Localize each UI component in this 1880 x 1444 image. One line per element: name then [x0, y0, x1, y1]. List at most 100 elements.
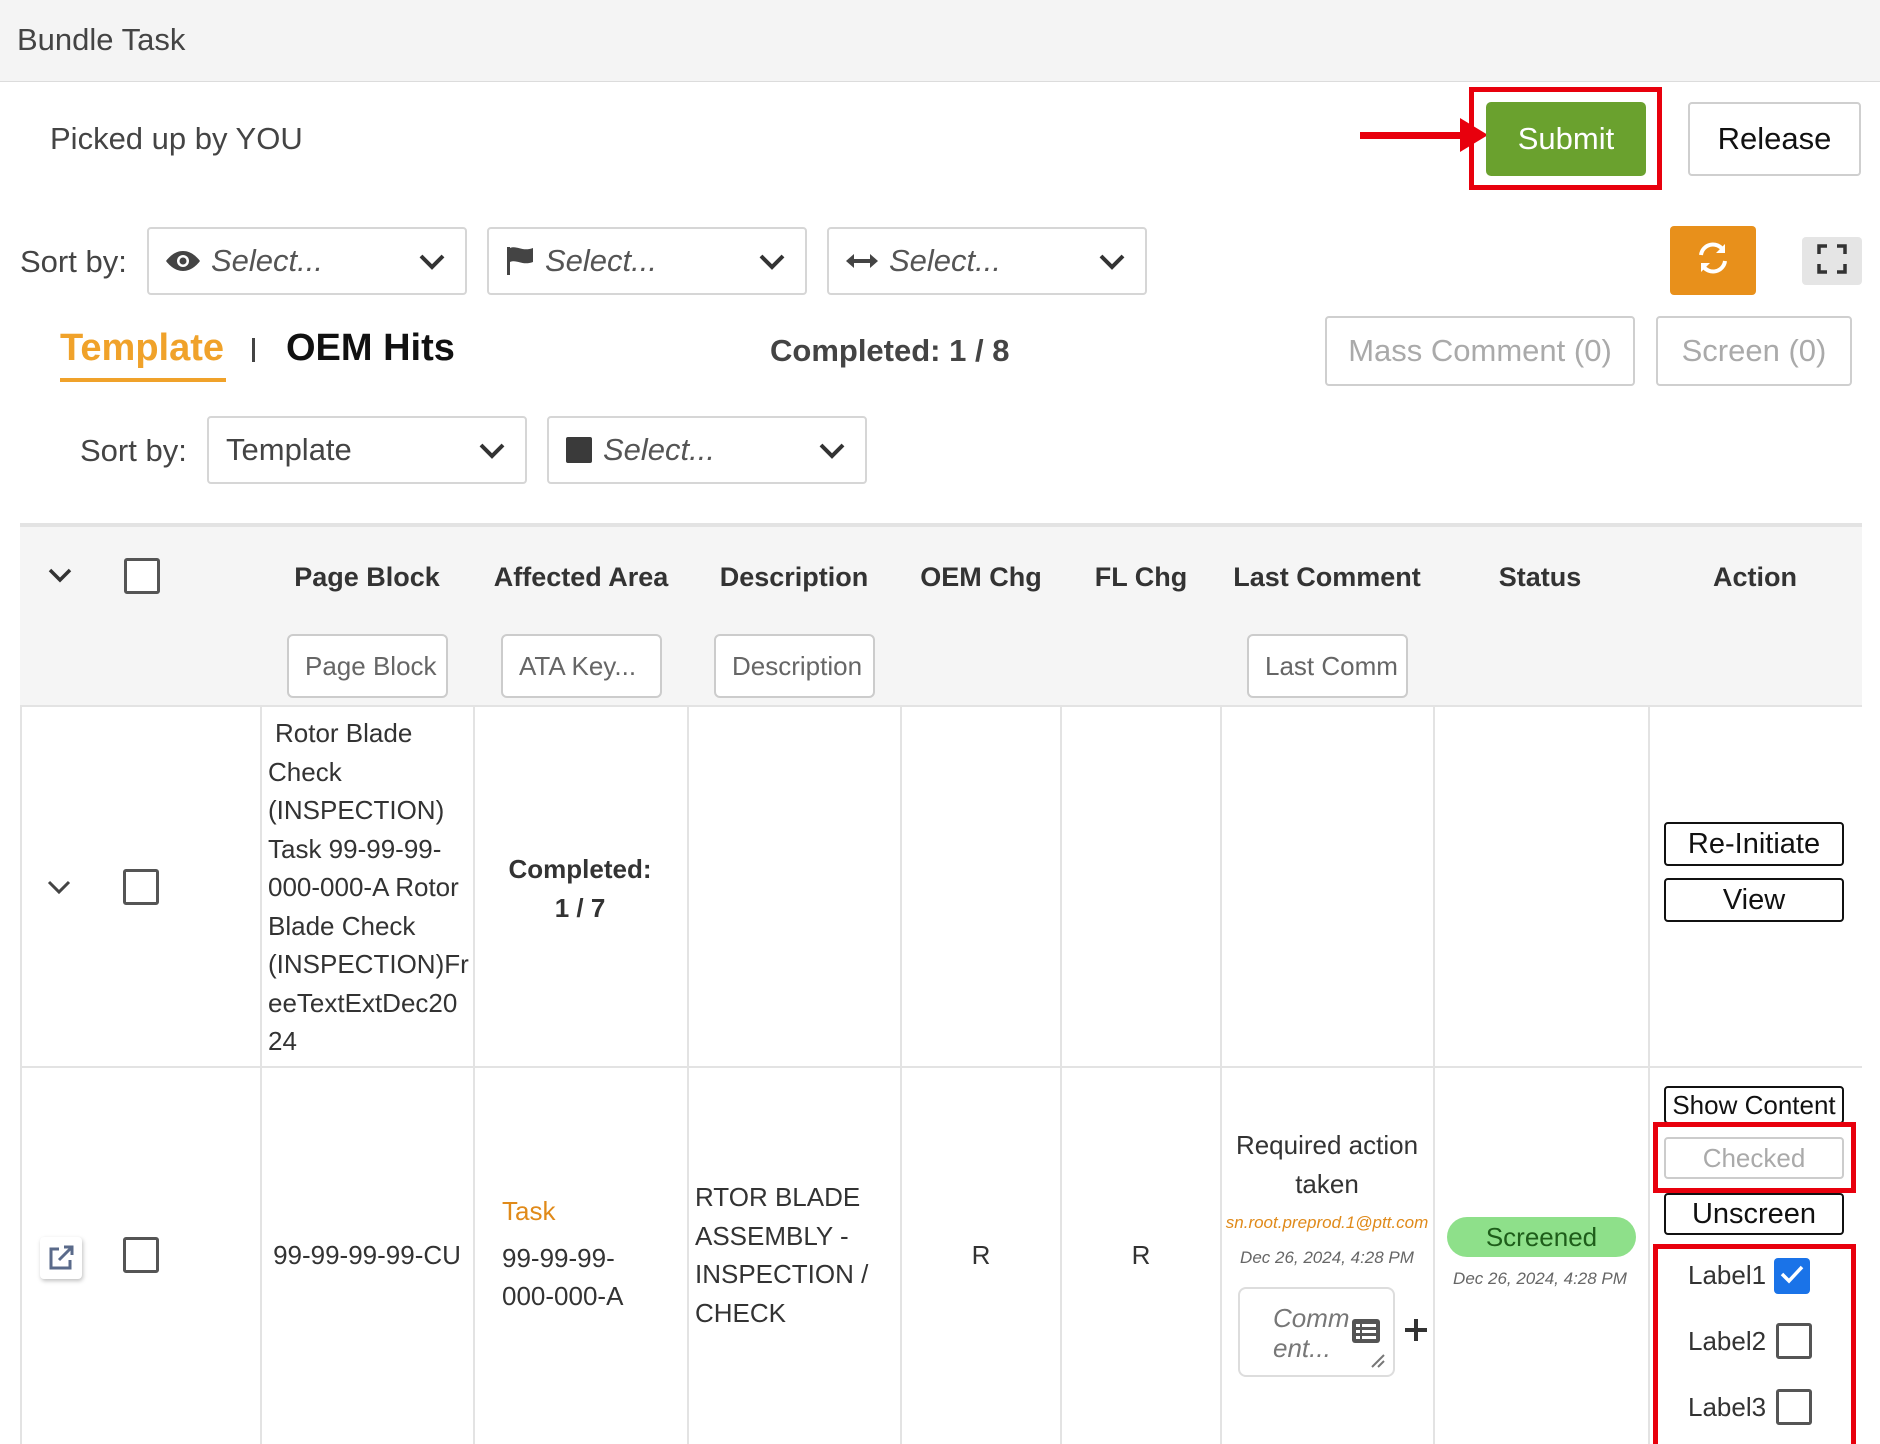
select-placeholder: Select...: [603, 432, 715, 467]
page-block-line: 24: [268, 1026, 297, 1056]
label2-text: Label2: [1688, 1326, 1767, 1356]
grid-line: [1220, 707, 1222, 1444]
row2-affected-area: Task 99-99-99- 000-000-A: [502, 1192, 623, 1316]
column-header-affected-area[interactable]: Affected Area: [476, 562, 686, 593]
submit-button[interactable]: Submit: [1486, 102, 1646, 176]
mass-comment-button[interactable]: Mass Comment (0): [1325, 316, 1635, 386]
active-tab-indicator: [60, 378, 226, 382]
resize-handle-icon[interactable]: [1370, 1353, 1386, 1374]
eye-icon: [165, 249, 201, 273]
sort-select-direction[interactable]: Select...: [827, 227, 1147, 295]
page-block-filter-input[interactable]: Page Block: [287, 634, 448, 698]
column-header-action[interactable]: Action: [1650, 562, 1860, 593]
re-initiate-button[interactable]: Re-Initiate: [1664, 822, 1844, 866]
grid-line: [687, 707, 689, 1444]
label1-text: Label1: [1688, 1260, 1767, 1290]
comment-input[interactable]: Comment...: [1238, 1287, 1395, 1377]
last-comment-filter-input[interactable]: Last Comm: [1247, 634, 1408, 698]
release-button[interactable]: Release: [1688, 102, 1861, 176]
list-icon[interactable]: [1352, 1319, 1380, 1348]
annotation-arrow: [1360, 132, 1468, 139]
select-placeholder: Select...: [211, 243, 323, 278]
description-line: INSPECTION /: [695, 1259, 869, 1289]
ata-key-filter-input[interactable]: ATA Key...: [501, 634, 662, 698]
description-line: CHECK: [695, 1297, 787, 1328]
column-header-fl-chg[interactable]: FL Chg: [1062, 562, 1220, 593]
left-right-arrow-icon: [845, 251, 879, 271]
select-placeholder: Select...: [889, 243, 1001, 278]
page-block-line: Blade Check: [268, 910, 416, 941]
row1-page-block: Rotor Blade Check (INSPECTION) Task 99-9…: [268, 714, 469, 1061]
page-block-line: eeTextExtDec20: [268, 987, 458, 1018]
grid-line: [260, 707, 262, 1444]
checkmark-icon: [1779, 1263, 1805, 1290]
title-bar: [0, 0, 1880, 82]
expand-icon: [1816, 243, 1848, 280]
comment-line: Required action: [1235, 1130, 1419, 1160]
sort-by-label: Sort by:: [20, 244, 127, 279]
collapse-all-chevron-icon[interactable]: [45, 560, 75, 595]
add-comment-plus-icon[interactable]: [1403, 1317, 1429, 1348]
sort-color-select[interactable]: Select...: [547, 416, 867, 484]
chevron-down-icon: [1097, 247, 1127, 285]
page-block-line: 000-000-A Rotor: [268, 872, 459, 902]
sort-select-flag[interactable]: Select...: [487, 227, 807, 295]
completed-label: Completed:: [508, 854, 652, 884]
column-header-last-comment[interactable]: Last Comment: [1222, 562, 1432, 593]
tab-divider: [252, 338, 255, 362]
column-header-page-block[interactable]: Page Block: [262, 562, 472, 593]
fullscreen-button[interactable]: [1802, 237, 1862, 285]
page-block-line: Check: [268, 756, 342, 787]
description-line: ASSEMBLY -: [695, 1220, 849, 1251]
row1-affected-area: Completed: 1 / 7: [475, 850, 685, 927]
refresh-icon: [1695, 240, 1731, 281]
label3-checkbox[interactable]: [1776, 1389, 1812, 1425]
description-filter-input[interactable]: Description: [714, 634, 875, 698]
sort-select-eye[interactable]: Select...: [147, 227, 467, 295]
open-external-icon[interactable]: [40, 1237, 82, 1279]
refresh-button[interactable]: [1670, 226, 1756, 295]
completed-value: 1 / 8: [949, 333, 1010, 368]
grid-line: [1648, 707, 1650, 1444]
column-header-description[interactable]: Description: [689, 562, 899, 593]
comment-timestamp: Dec 26, 2024, 4:28 PM: [1240, 1248, 1414, 1267]
screen-button[interactable]: Screen (0): [1656, 316, 1852, 386]
select-placeholder: Select...: [545, 243, 657, 278]
view-button[interactable]: View: [1664, 878, 1844, 922]
page-block-line: (INSPECTION)Fr: [268, 949, 469, 979]
chevron-down-icon: [817, 436, 847, 474]
column-header-status[interactable]: Status: [1435, 562, 1645, 593]
row2-fl-chg: R: [1131, 1240, 1151, 1270]
tab-template[interactable]: Template: [60, 327, 224, 370]
comment-line: taken: [1295, 1168, 1359, 1199]
checked-button[interactable]: Checked: [1664, 1137, 1844, 1179]
chevron-down-icon: [477, 436, 507, 474]
ata-key-line: 99-99-99-: [502, 1242, 615, 1273]
grid-line: [473, 707, 475, 1444]
row-expand-chevron-icon[interactable]: [44, 872, 74, 907]
show-content-button[interactable]: Show Content: [1664, 1086, 1844, 1124]
select-all-checkbox[interactable]: [124, 558, 160, 594]
tab-oem-hits[interactable]: OEM Hits: [286, 327, 455, 370]
row-checkbox[interactable]: [123, 869, 159, 905]
square-icon: [565, 436, 593, 464]
row2-description: RTOR BLADE ASSEMBLY - INSPECTION / CHECK: [695, 1178, 868, 1332]
row2-oem-chg: R: [971, 1240, 991, 1270]
label3-text: Label3: [1688, 1392, 1767, 1422]
page-block-line: Rotor Blade: [275, 718, 413, 748]
chevron-down-icon: [417, 247, 447, 285]
sort-template-select[interactable]: Template: [207, 416, 527, 484]
column-header-oem-chg[interactable]: OEM Chg: [902, 562, 1060, 593]
page-block-line: Task 99-99-99-: [268, 833, 442, 864]
completed-summary: Completed: 1 / 8: [770, 333, 1009, 369]
completed-label: Completed:: [770, 333, 941, 368]
grid-line: [1433, 707, 1435, 1444]
row2-page-block: 99-99-99-99-CU: [273, 1240, 461, 1270]
unscreen-button[interactable]: Unscreen: [1664, 1193, 1844, 1235]
label1-checkbox[interactable]: [1774, 1258, 1810, 1294]
label2-checkbox[interactable]: [1776, 1323, 1812, 1359]
row-checkbox[interactable]: [123, 1237, 159, 1273]
picked-up-status: Picked up by YOU: [50, 121, 303, 156]
grid-line: [900, 707, 902, 1444]
grid-line: [20, 707, 22, 1444]
